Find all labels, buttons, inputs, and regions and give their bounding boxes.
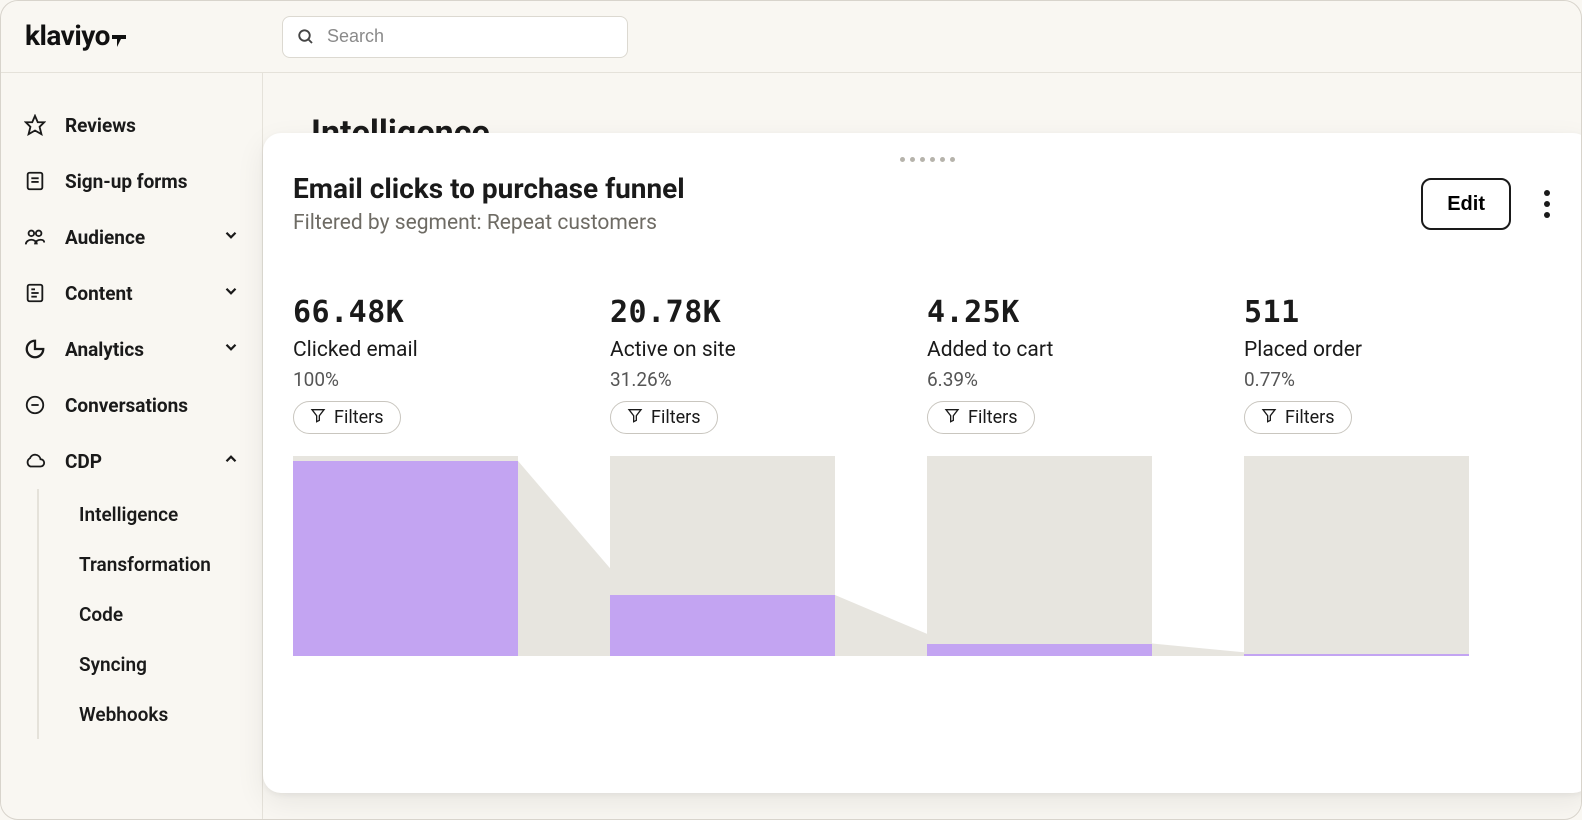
filters-chip[interactable]: Filters xyxy=(927,401,1035,434)
topbar: klaviyo xyxy=(1,1,1581,73)
funnel-step-percent: 100% xyxy=(293,368,560,391)
funnel-card: Email clicks to purchase funnel Filtered… xyxy=(263,133,1581,793)
filter-icon xyxy=(627,407,643,428)
funnel-step-value: 66.48K xyxy=(293,295,560,330)
funnel-step: 66.48K Clicked email 100% Filters xyxy=(293,295,610,656)
sidebar-subitem-webhooks[interactable]: Webhooks xyxy=(79,689,262,739)
chevron-down-icon xyxy=(222,226,240,249)
funnel-bar-fill xyxy=(1244,654,1469,656)
funnel-step-percent: 0.77% xyxy=(1244,368,1511,391)
sidebar-subitem-label: Transformation xyxy=(79,553,211,576)
funnel-bar-bg xyxy=(927,456,1152,656)
sidebar-item-label: Audience xyxy=(65,226,145,249)
sidebar-subitem-label: Syncing xyxy=(79,653,147,676)
card-subtitle: Filtered by segment: Repeat customers xyxy=(293,211,685,235)
chevron-up-icon xyxy=(222,450,240,473)
filter-icon xyxy=(944,407,960,428)
sidebar-item-label: Conversations xyxy=(65,394,188,417)
funnel-step-label: Clicked email xyxy=(293,338,560,362)
sidebar-subitem-label: Code xyxy=(79,603,123,626)
star-icon xyxy=(23,114,47,136)
sidebar-item-conversations[interactable]: Conversations xyxy=(1,377,262,433)
filters-chip-label: Filters xyxy=(651,407,701,428)
funnel-bar-fill xyxy=(610,595,835,656)
sidebar-item-analytics[interactable]: Analytics xyxy=(1,321,262,377)
funnel-step-percent: 31.26% xyxy=(610,368,877,391)
sidebar-item-audience[interactable]: Audience xyxy=(1,209,262,265)
search-input-wrap[interactable] xyxy=(282,16,628,58)
content-icon xyxy=(23,282,47,304)
filters-chip-label: Filters xyxy=(1285,407,1335,428)
brand-flag-icon xyxy=(112,21,126,54)
sidebar-subitem-label: Webhooks xyxy=(79,703,168,726)
sidebar-item-cdp[interactable]: CDP xyxy=(1,433,262,489)
search-icon xyxy=(297,28,315,46)
funnel-step: 20.78K Active on site 31.26% Filters xyxy=(610,295,927,656)
edit-button[interactable]: Edit xyxy=(1421,178,1511,230)
sidebar-item-label: Content xyxy=(65,282,133,305)
sidebar-subitem-syncing[interactable]: Syncing xyxy=(79,639,262,689)
more-actions-button[interactable] xyxy=(1533,184,1561,224)
drag-handle-icon[interactable] xyxy=(293,157,1561,162)
chevron-down-icon xyxy=(222,282,240,305)
funnel-step-value: 20.78K xyxy=(610,295,877,330)
chevron-down-icon xyxy=(222,338,240,361)
search-input[interactable] xyxy=(327,26,613,47)
sidebar-item-label: Analytics xyxy=(65,338,144,361)
funnel-step: 4.25K Added to cart 6.39% Filters xyxy=(927,295,1244,656)
sidebar-item-signup-forms[interactable]: Sign-up forms xyxy=(1,153,262,209)
card-title: Email clicks to purchase funnel xyxy=(293,172,685,205)
sidebar-item-label: CDP xyxy=(65,450,102,473)
form-icon xyxy=(23,170,47,192)
sidebar-subitem-code[interactable]: Code xyxy=(79,589,262,639)
filters-chip[interactable]: Filters xyxy=(293,401,401,434)
funnel-bar-fill xyxy=(927,644,1152,656)
funnel-step-label: Added to cart xyxy=(927,338,1194,362)
filter-icon xyxy=(310,407,326,428)
sidebar-item-label: Reviews xyxy=(65,114,136,137)
funnel-step: 511 Placed order 0.77% Filters xyxy=(1244,295,1561,656)
filter-icon xyxy=(1261,407,1277,428)
filters-chip-label: Filters xyxy=(334,407,384,428)
brand-text: klaviyo xyxy=(25,19,110,52)
brand-logo: klaviyo xyxy=(25,19,126,54)
analytics-icon xyxy=(23,338,47,360)
funnel-chart: 66.48K Clicked email 100% Filters xyxy=(293,295,1561,656)
filters-chip[interactable]: Filters xyxy=(610,401,718,434)
sidebar-item-reviews[interactable]: Reviews xyxy=(1,97,262,153)
main-content: Intelligence Email clicks to purchase fu… xyxy=(263,73,1581,819)
sidebar-subitem-transformation[interactable]: Transformation xyxy=(79,539,262,589)
sidebar-item-content[interactable]: Content xyxy=(1,265,262,321)
funnel-bar-fill xyxy=(293,461,518,656)
sidebar-subitems-cdp: Intelligence Transformation Code Syncing… xyxy=(37,489,262,739)
sidebar: Reviews Sign-up forms Audience xyxy=(1,73,263,819)
sidebar-subitem-intelligence[interactable]: Intelligence xyxy=(79,489,262,539)
funnel-step-label: Placed order xyxy=(1244,338,1511,362)
funnel-step-label: Active on site xyxy=(610,338,877,362)
funnel-step-value: 511 xyxy=(1244,295,1511,330)
sidebar-subitem-label: Intelligence xyxy=(79,503,178,526)
cloud-icon xyxy=(23,450,47,472)
chat-icon xyxy=(23,394,47,416)
funnel-step-percent: 6.39% xyxy=(927,368,1194,391)
funnel-bar-bg xyxy=(1244,456,1469,656)
funnel-step-value: 4.25K xyxy=(927,295,1194,330)
people-icon xyxy=(23,226,47,248)
filters-chip[interactable]: Filters xyxy=(1244,401,1352,434)
sidebar-item-label: Sign-up forms xyxy=(65,170,187,193)
filters-chip-label: Filters xyxy=(968,407,1018,428)
